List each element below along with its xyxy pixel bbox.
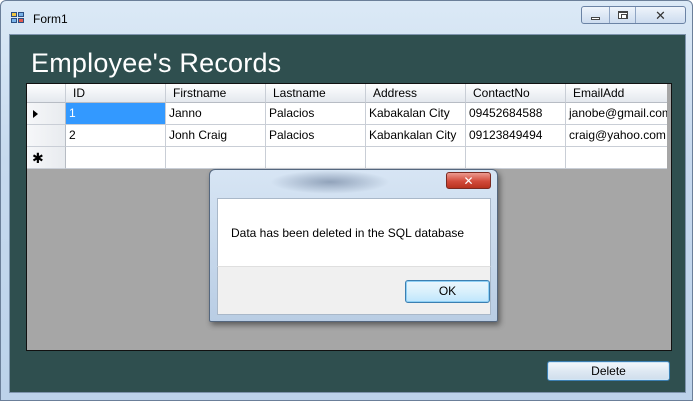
form-app-icon[interactable] bbox=[11, 12, 25, 24]
delete-button[interactable]: Delete bbox=[547, 361, 670, 381]
new-row[interactable]: ✱ bbox=[27, 147, 667, 169]
minimize-button[interactable] bbox=[582, 7, 610, 23]
dialog-message: Data has been deleted in the SQL databas… bbox=[231, 226, 465, 240]
table-cell[interactable]: Janno bbox=[166, 103, 266, 125]
maximize-icon bbox=[617, 11, 628, 19]
column-header-address[interactable]: Address bbox=[366, 84, 466, 103]
column-header-lastname[interactable]: Lastname bbox=[266, 84, 366, 103]
dialog-title-bar[interactable]: ✕ bbox=[210, 170, 497, 196]
table-cell[interactable] bbox=[66, 147, 166, 169]
dialog-close-button[interactable]: ✕ bbox=[446, 172, 491, 189]
table-cell[interactable]: Kabakalan City bbox=[366, 103, 466, 125]
caption-buttons: ✕ bbox=[581, 6, 686, 24]
title-bar[interactable]: Form1 ✕ bbox=[1, 1, 692, 33]
table-cell[interactable]: Kabankalan City bbox=[366, 125, 466, 147]
column-header-firstname[interactable]: Firstname bbox=[166, 84, 266, 103]
window-title: Form1 bbox=[33, 12, 68, 26]
row-header-new[interactable]: ✱ bbox=[27, 147, 66, 169]
page-title: Employee's Records bbox=[31, 48, 282, 78]
table-cell[interactable]: craig@yahoo.com bbox=[566, 125, 667, 147]
dialog-content: Data has been deleted in the SQL databas… bbox=[217, 198, 491, 266]
table-cell[interactable]: 09452684588 bbox=[466, 103, 566, 125]
current-row-arrow-icon bbox=[33, 110, 38, 118]
table-cell[interactable]: 2 bbox=[66, 125, 166, 147]
column-header-emailadd[interactable]: EmailAdd bbox=[566, 84, 667, 103]
row-header[interactable] bbox=[27, 125, 66, 147]
new-row-asterisk-icon: ✱ bbox=[32, 150, 44, 166]
table-cell[interactable]: Jonh Craig bbox=[166, 125, 266, 147]
table-cell[interactable] bbox=[466, 147, 566, 169]
table-cell[interactable]: 09123849494 bbox=[466, 125, 566, 147]
table-cell[interactable] bbox=[566, 147, 667, 169]
grid-header-row: ID Firstname Lastname Address ContactNo … bbox=[27, 84, 667, 103]
column-header-id[interactable]: ID bbox=[66, 84, 166, 103]
table-row[interactable]: 1 Janno Palacios Kabakalan City 09452684… bbox=[27, 103, 667, 125]
column-header-contactno[interactable]: ContactNo bbox=[466, 84, 566, 103]
table-cell[interactable]: janobe@gmail.com bbox=[566, 103, 667, 125]
window-close-button[interactable]: ✕ bbox=[636, 7, 685, 23]
table-cell[interactable] bbox=[266, 147, 366, 169]
table-cell[interactable]: Palacios bbox=[266, 103, 366, 125]
close-icon: ✕ bbox=[655, 7, 666, 23]
dialog-title-glass bbox=[270, 170, 390, 194]
grid-corner-header[interactable] bbox=[27, 84, 66, 103]
table-row[interactable]: 2 Jonh Craig Palacios Kabankalan City 09… bbox=[27, 125, 667, 147]
table-cell[interactable] bbox=[166, 147, 266, 169]
table-cell[interactable]: 1 bbox=[66, 103, 166, 125]
table-cell[interactable] bbox=[366, 147, 466, 169]
row-header-current[interactable] bbox=[27, 103, 66, 125]
maximize-button[interactable] bbox=[610, 7, 636, 23]
close-icon: ✕ bbox=[463, 173, 474, 188]
table-cell[interactable]: Palacios bbox=[266, 125, 366, 147]
dialog-button-bar: OK bbox=[217, 266, 491, 315]
ok-button[interactable]: OK bbox=[405, 280, 490, 303]
minimize-icon bbox=[591, 16, 600, 20]
message-box-dialog: ✕ Data has been deleted in the SQL datab… bbox=[209, 169, 498, 322]
